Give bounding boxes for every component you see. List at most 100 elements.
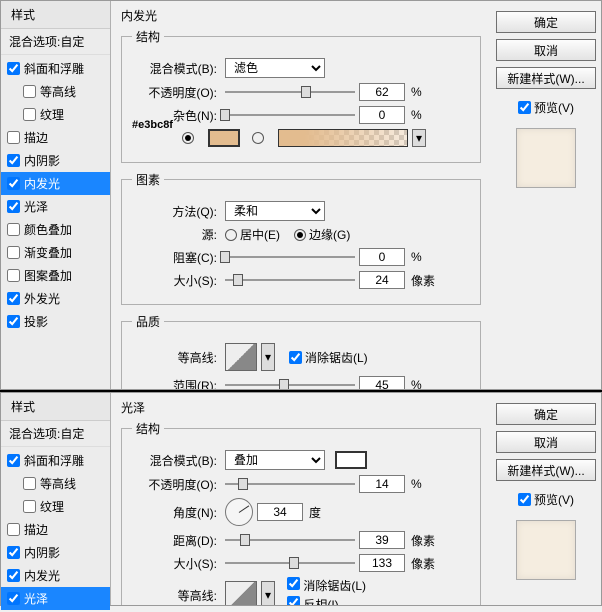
style-checkbox[interactable] — [7, 292, 20, 305]
choke-slider[interactable] — [225, 249, 355, 265]
style-label: 投影 — [24, 313, 48, 330]
contour-dropdown[interactable]: ▾ — [261, 343, 275, 371]
style-checkbox[interactable] — [7, 315, 20, 328]
style-item-渐变叠加[interactable]: 渐变叠加 — [1, 241, 110, 264]
size-slider[interactable] — [225, 555, 355, 571]
style-checkbox[interactable] — [7, 154, 20, 167]
source-edge-radio[interactable]: 边缘(G) — [294, 226, 350, 243]
opacity-slider[interactable] — [225, 84, 355, 100]
color-swatch[interactable] — [335, 451, 367, 469]
cancel-button[interactable]: 取消 — [496, 39, 596, 61]
gradient-dropdown[interactable]: ▾ — [412, 129, 426, 147]
style-checkbox[interactable] — [23, 500, 36, 513]
style-label: 纹理 — [40, 498, 64, 515]
ok-button[interactable]: 确定 — [496, 403, 596, 425]
angle-input[interactable] — [257, 503, 303, 521]
style-item-光泽[interactable]: 光泽 — [1, 195, 110, 218]
size-label: 大小(S): — [132, 272, 217, 289]
style-item-颜色叠加[interactable]: 颜色叠加 — [1, 218, 110, 241]
contour-dropdown[interactable]: ▾ — [261, 581, 275, 605]
method-select[interactable]: 柔和 — [225, 201, 325, 221]
percent-unit: % — [411, 108, 422, 122]
style-checkbox[interactable] — [7, 246, 20, 259]
styles-header: 样式 — [1, 1, 110, 29]
contour-thumbnail[interactable] — [225, 343, 257, 371]
ok-button[interactable]: 确定 — [496, 11, 596, 33]
style-checkbox[interactable] — [7, 269, 20, 282]
style-item-内阴影[interactable]: 内阴影 — [1, 541, 110, 564]
range-input[interactable] — [359, 376, 405, 389]
gradient-preview[interactable] — [278, 129, 408, 147]
size-input[interactable] — [359, 271, 405, 289]
style-item-内阴影[interactable]: 内阴影 — [1, 149, 110, 172]
style-item-等高线[interactable]: 等高线 — [1, 80, 110, 103]
opacity-input[interactable] — [359, 475, 405, 493]
style-item-斜面和浮雕[interactable]: 斜面和浮雕 — [1, 449, 110, 472]
style-checkbox[interactable] — [23, 85, 36, 98]
style-item-纹理[interactable]: 纹理 — [1, 495, 110, 518]
source-center-radio[interactable]: 居中(E) — [225, 226, 280, 243]
blend-mode-select[interactable]: 叠加 — [225, 450, 325, 470]
style-item-图案叠加[interactable]: 图案叠加 — [1, 264, 110, 287]
style-item-等高线[interactable]: 等高线 — [1, 472, 110, 495]
blend-mode-select[interactable]: 滤色 — [225, 58, 325, 78]
new-style-button[interactable]: 新建样式(W)... — [496, 67, 596, 89]
style-checkbox[interactable] — [7, 62, 20, 75]
distance-input[interactable] — [359, 531, 405, 549]
style-checkbox[interactable] — [7, 569, 20, 582]
color-source-gradient[interactable] — [252, 132, 264, 144]
antialias-check[interactable]: 消除锯齿(L) — [287, 577, 366, 594]
blend-options-row[interactable]: 混合选项:自定 — [1, 421, 110, 447]
size-input[interactable] — [359, 554, 405, 572]
preview-thumbnail — [516, 520, 576, 580]
style-label: 等高线 — [40, 475, 76, 492]
styles-list: 斜面和浮雕等高线纹理描边内阴影内发光光泽 — [1, 447, 110, 612]
style-item-外发光[interactable]: 外发光 — [1, 287, 110, 310]
style-checkbox[interactable] — [7, 200, 20, 213]
style-checkbox[interactable] — [7, 523, 20, 536]
styles-sidebar: 样式 混合选项:自定 斜面和浮雕等高线纹理描边内阴影内发光光泽颜色叠加渐变叠加图… — [1, 1, 111, 389]
preview-check[interactable]: 预览(V) — [518, 99, 574, 116]
structure-group: 结构 混合模式(B): 滤色 不透明度(O): % 杂色(N): % #e3bc… — [121, 28, 481, 163]
color-source-solid[interactable] — [182, 132, 194, 144]
style-checkbox[interactable] — [7, 592, 20, 605]
structure-legend: 结构 — [132, 28, 164, 45]
right-panel: 确定 取消 新建样式(W)... 预览(V) — [491, 1, 601, 389]
preview-check[interactable]: 预览(V) — [518, 491, 574, 508]
opacity-input[interactable] — [359, 83, 405, 101]
style-item-斜面和浮雕[interactable]: 斜面和浮雕 — [1, 57, 110, 80]
style-checkbox[interactable] — [7, 454, 20, 467]
contour-thumbnail[interactable] — [225, 581, 257, 605]
quality-legend: 品质 — [132, 313, 164, 330]
style-item-内发光[interactable]: 内发光 — [1, 172, 110, 195]
style-item-纹理[interactable]: 纹理 — [1, 103, 110, 126]
opacity-slider[interactable] — [225, 476, 355, 492]
range-slider[interactable] — [225, 377, 355, 389]
antialias-check[interactable]: 消除锯齿(L) — [289, 349, 368, 366]
style-checkbox[interactable] — [23, 477, 36, 490]
noise-input[interactable] — [359, 106, 405, 124]
style-item-内发光[interactable]: 内发光 — [1, 564, 110, 587]
size-slider[interactable] — [225, 272, 355, 288]
style-checkbox[interactable] — [7, 131, 20, 144]
style-item-投影[interactable]: 投影 — [1, 310, 110, 333]
style-checkbox[interactable] — [7, 177, 20, 190]
style-label: 纹理 — [40, 106, 64, 123]
blend-options-row[interactable]: 混合选项:自定 — [1, 29, 110, 55]
style-item-光泽[interactable]: 光泽 — [1, 587, 110, 610]
style-checkbox[interactable] — [7, 223, 20, 236]
noise-slider[interactable] — [225, 107, 355, 123]
style-label: 内阴影 — [24, 152, 60, 169]
angle-dial[interactable] — [225, 498, 253, 526]
color-swatch[interactable] — [208, 129, 240, 147]
structure-group: 结构 混合模式(B): 叠加 不透明度(O): % 角度(N): 度 距离(D)… — [121, 420, 481, 605]
distance-slider[interactable] — [225, 532, 355, 548]
style-checkbox[interactable] — [7, 546, 20, 559]
choke-input[interactable] — [359, 248, 405, 266]
cancel-button[interactable]: 取消 — [496, 431, 596, 453]
style-label: 描边 — [24, 129, 48, 146]
style-item-描边[interactable]: 描边 — [1, 126, 110, 149]
style-checkbox[interactable] — [23, 108, 36, 121]
style-item-描边[interactable]: 描边 — [1, 518, 110, 541]
new-style-button[interactable]: 新建样式(W)... — [496, 459, 596, 481]
